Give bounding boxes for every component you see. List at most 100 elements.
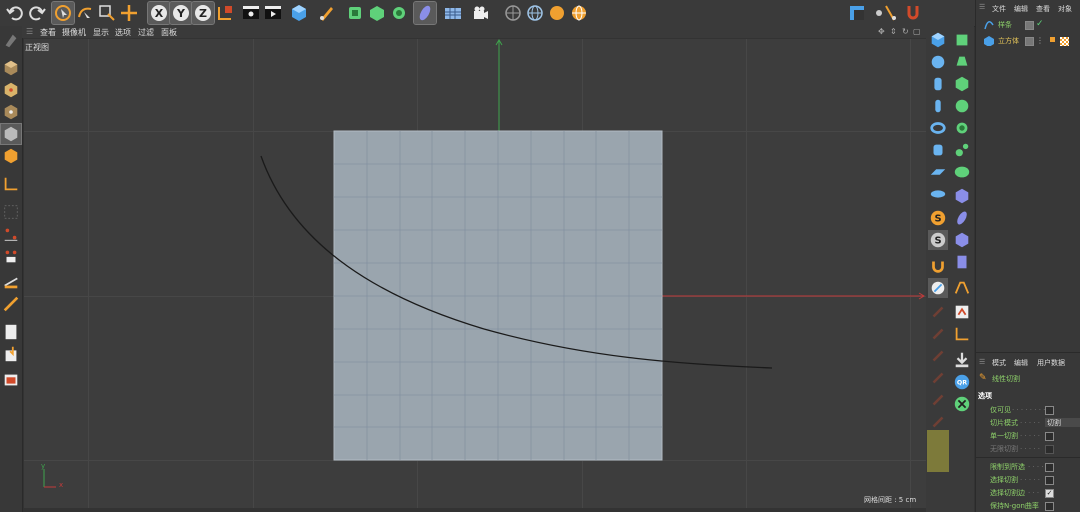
edge-mode-icon[interactable] [0,123,22,145]
om-menu-file[interactable]: 文件 [992,4,1006,14]
disabled-tool-icon[interactable] [928,368,948,388]
spline-s-icon[interactable]: S [928,208,948,228]
slice-mode-select[interactable]: 切割 [1045,418,1080,427]
lathe-icon[interactable] [952,74,972,94]
taper-deformer-icon[interactable] [952,208,972,228]
disabled-tool-icon[interactable] [928,302,948,322]
snap-icon[interactable] [880,2,902,24]
extrude-inner-icon[interactable] [952,324,972,344]
visibility-toggle[interactable] [1025,21,1034,30]
tube-icon[interactable] [928,140,948,160]
checkbox[interactable] [1045,463,1054,472]
disabled-tool-icon[interactable] [928,346,948,366]
disabled-tool-icon[interactable] [928,324,948,344]
environment-globe-icon[interactable] [524,2,546,24]
capsule-icon[interactable] [928,96,948,116]
bezier-icon[interactable] [952,140,972,160]
layout-icon[interactable] [846,2,868,24]
layer-dots-icon[interactable]: ⋮ [1036,36,1044,45]
object-menu-icon[interactable]: ☰ [979,3,985,11]
deformer-icon[interactable] [413,1,437,25]
qr-code-icon[interactable]: QR [952,372,972,392]
texture-mode-icon[interactable] [1,80,21,100]
checkbox[interactable] [1045,476,1054,485]
viewport-maximize-icon[interactable]: ▢ [913,27,921,36]
spline-s-selected-icon[interactable]: S [928,230,948,250]
ruler-icon[interactable] [1,294,21,314]
loft-icon[interactable] [952,96,972,116]
workplane-icon[interactable] [1,224,21,244]
torus-icon[interactable] [928,118,948,138]
attr-menu-userdata[interactable]: 用户数据 [1037,358,1065,368]
viewport-rotate-icon[interactable]: ↻ [902,27,909,36]
extrude-icon[interactable] [952,52,972,72]
polygon-mode-icon[interactable] [1,146,21,166]
attr-menu-edit[interactable]: 编辑 [1014,358,1028,368]
option-infinite-cut[interactable]: 无限切割 . . . . . [990,443,1080,455]
menu-options[interactable]: 选项 [115,27,131,38]
twist-deformer-icon[interactable] [952,230,972,250]
rectangle-select-icon[interactable] [96,2,118,24]
snap-grid-icon[interactable] [1,202,21,222]
x-axis-lock-icon[interactable]: X [147,1,171,25]
phong-tag-icon[interactable] [1050,37,1055,42]
option-visible-only[interactable]: 仅可见 . . . . . . . . [990,404,1080,416]
subdivide-icon[interactable] [952,30,972,50]
disabled-tool-icon[interactable] [928,412,948,432]
om-menu-view[interactable]: 查看 [1036,4,1050,14]
extrude-generator-icon[interactable] [366,2,388,24]
sphere-icon[interactable] [928,52,948,72]
physical-sky-icon[interactable] [568,2,590,24]
enabled-check-icon[interactable]: ✓ [1036,19,1044,29]
render-picture-viewer-icon[interactable] [262,2,284,24]
floor-icon[interactable] [442,2,464,24]
bevel-tool-icon[interactable] [952,278,972,298]
option-single-cut[interactable]: 单一切割 . . . . . [990,430,1080,442]
visibility-toggle[interactable] [1025,37,1034,46]
menu-display[interactable]: 显示 [93,27,109,38]
om-menu-object[interactable]: 对象 [1058,4,1072,14]
attr-menu-mode[interactable]: 模式 [992,358,1006,368]
coordinate-system-icon[interactable] [214,2,236,24]
select-tool-icon[interactable] [51,1,75,25]
bend-deformer-icon[interactable] [952,186,972,206]
hamburger-menu-icon[interactable]: ☰ [26,27,33,36]
y-axis-lock-icon[interactable]: Y [169,1,193,25]
option-select-cut-edges[interactable]: 选择切割边 . . . ✓ [990,487,1080,499]
cube-primitive-icon[interactable] [288,2,310,24]
move-tool-icon[interactable] [118,2,140,24]
pen-spline-icon[interactable] [316,2,338,24]
make-editable-icon[interactable] [1,30,21,50]
boole-icon[interactable] [952,162,972,182]
checkbox[interactable] [1045,406,1054,415]
scene-globe-icon[interactable] [502,2,524,24]
checkbox[interactable] [1045,432,1054,441]
disabled-tool-icon[interactable] [928,390,948,410]
axis-mode-icon[interactable] [1,174,21,194]
sweep-icon[interactable] [952,118,972,138]
plane-icon[interactable] [928,162,948,182]
live-select-icon[interactable] [74,2,96,24]
magnet-tool-icon[interactable] [928,256,948,276]
render-region-icon[interactable] [1,370,21,390]
material-tag-icon[interactable] [1060,37,1069,46]
viewport-zoom-icon[interactable]: ⇕ [890,27,897,36]
attr-menu-icon[interactable]: ☰ [979,358,985,366]
menu-panel[interactable]: 面板 [161,27,177,38]
download-icon[interactable] [952,350,972,370]
cube-icon[interactable] [928,30,948,50]
subdivision-surface-icon[interactable] [344,2,366,24]
redo-icon[interactable] [26,2,48,24]
weld-tool-icon[interactable] [952,302,972,322]
array-generator-icon[interactable] [388,2,410,24]
model-mode-icon[interactable] [1,58,21,78]
quantize-icon[interactable] [1,246,21,266]
render-view-icon[interactable] [240,2,262,24]
menu-filter[interactable]: 过滤 [138,27,154,38]
front-viewport[interactable]: 正视图 y x 网格间距 : 5 cm [24,39,926,508]
checkbox[interactable] [1045,445,1054,454]
document-icon[interactable] [1,322,21,342]
point-mode-icon[interactable] [1,102,21,122]
undo-icon[interactable] [4,2,26,24]
viewport-move-icon[interactable]: ✥ [878,27,885,36]
